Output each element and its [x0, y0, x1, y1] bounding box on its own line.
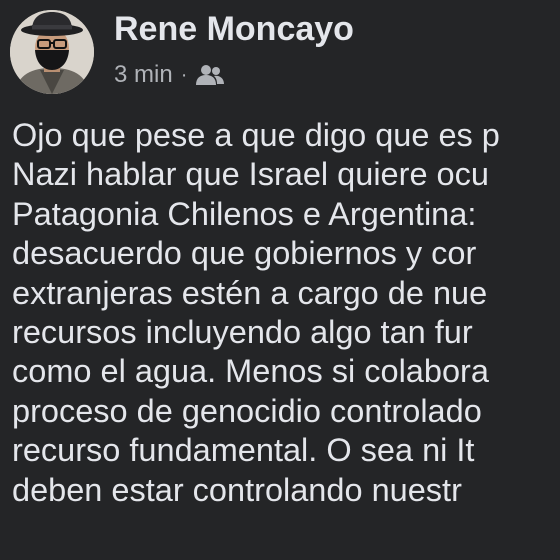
post-time[interactable]: 3 min: [114, 61, 173, 89]
post-text-line: recursos incluyendo algo tan fur: [12, 313, 473, 350]
post-text-line: como el agua. Menos si colabora: [12, 353, 489, 390]
meta-separator: ·: [180, 63, 188, 86]
post-text-line: proceso de genocidio controlado: [12, 392, 482, 429]
author-name[interactable]: Rene Moncayo: [114, 10, 354, 49]
post-text-line: deben estar controlando nuestr: [12, 471, 462, 508]
post-meta: 3 min ·: [114, 60, 225, 90]
friends-icon[interactable]: [195, 63, 225, 87]
avatar[interactable]: [10, 10, 94, 94]
post-text-line: extranjeras estén a cargo de nue: [12, 274, 488, 311]
post-text-line: recurso fundamental. O sea ni It: [12, 432, 475, 469]
post-text-line: Nazi hablar que Israel quiere ocu: [12, 156, 489, 193]
post-text-line: Ojo que pese a que digo que es p: [12, 117, 500, 153]
post-text-line: Patagonia Chilenos e Argentina:: [12, 195, 477, 232]
post-body: Ojo que pese a que digo que es p Nazi ha…: [12, 116, 560, 510]
profile-photo: [10, 10, 94, 94]
post-text-line: desacuerdo que gobiernos y cor: [12, 235, 477, 272]
